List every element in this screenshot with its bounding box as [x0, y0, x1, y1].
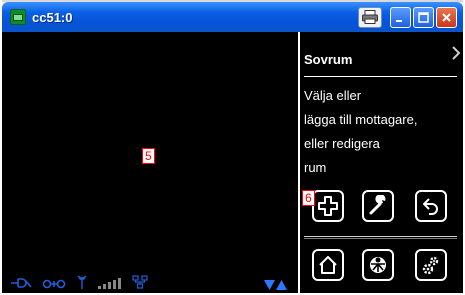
wrench-icon	[369, 195, 386, 215]
scroll-arrows[interactable]	[264, 280, 287, 290]
video-pane[interactable]: 5	[2, 32, 298, 293]
video-marker-badge: 5	[142, 148, 155, 164]
back-arrow-icon	[423, 198, 438, 215]
chevron-right-icon[interactable]	[451, 46, 461, 60]
panel-divider-shadow	[304, 238, 457, 239]
add-marker-badge: 6	[302, 190, 315, 206]
description-line: Välja eller	[304, 88, 362, 103]
add-button[interactable]	[312, 190, 344, 222]
minimize-button[interactable]	[390, 6, 411, 28]
media-button[interactable]	[362, 249, 394, 281]
network-icon	[132, 275, 148, 289]
panel-divider-top	[304, 76, 457, 77]
panel-divider-bottom	[304, 236, 457, 237]
app-window: cc51:0 5 Sovrum Välja eller lägga till m…	[0, 0, 465, 295]
signal-strength-icon	[98, 278, 121, 289]
gears-icon	[422, 256, 439, 275]
arrow-down-icon[interactable]	[264, 280, 275, 290]
maximize-button[interactable]	[413, 6, 434, 28]
home-icon	[319, 256, 337, 274]
connection-icon	[42, 279, 66, 289]
title-bar[interactable]: cc51:0	[2, 2, 463, 32]
panel-title: Sovrum	[304, 52, 353, 67]
main-area: 5 Sovrum Välja eller lägga till mottagar…	[2, 32, 463, 293]
description-line: lägga till mottagare,	[304, 112, 418, 127]
description-line: eller redigera	[304, 136, 380, 151]
description-line: rum	[304, 160, 327, 175]
room-panel: Sovrum Välja eller lägga till mottagare,…	[300, 32, 463, 293]
power-plug-icon	[11, 278, 32, 288]
screen-icon	[10, 9, 26, 25]
status-icons	[10, 273, 148, 289]
plus-icon	[318, 196, 338, 216]
panel-description: Välja eller lägga till mottagare, eller …	[304, 84, 417, 180]
dome-icon	[370, 257, 386, 273]
back-button[interactable]	[415, 190, 447, 222]
antenna-icon	[77, 275, 87, 289]
close-button[interactable]	[436, 6, 457, 28]
arrow-up-icon[interactable]	[276, 280, 287, 290]
home-button[interactable]	[312, 249, 344, 281]
settings-button[interactable]	[415, 249, 447, 281]
edit-button[interactable]	[362, 190, 394, 222]
window-title: cc51:0	[32, 9, 73, 25]
printer-icon[interactable]	[358, 6, 382, 28]
